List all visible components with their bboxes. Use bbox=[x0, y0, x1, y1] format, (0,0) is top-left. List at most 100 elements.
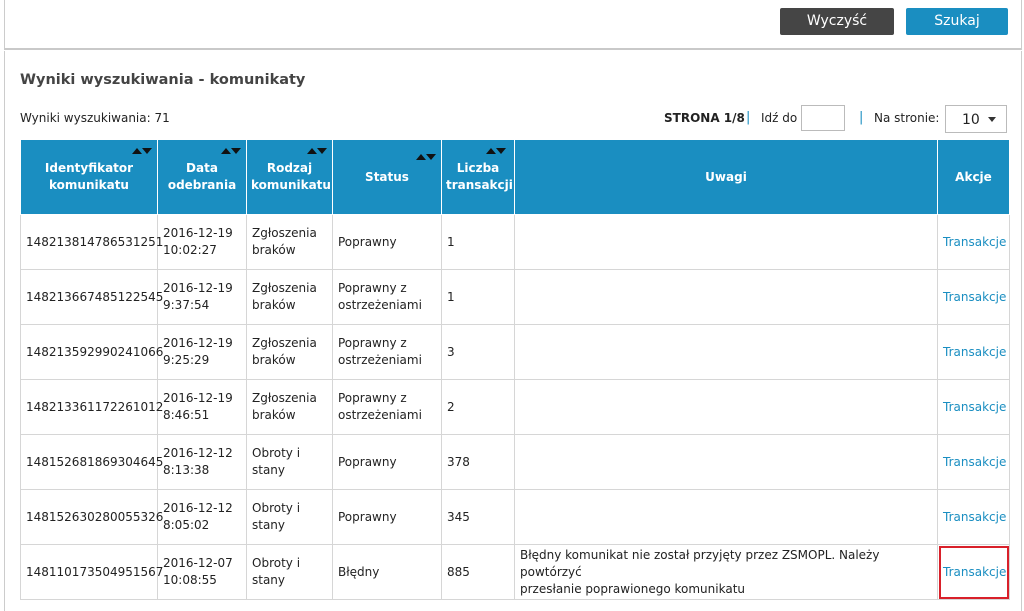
table-row: 148213361172261012 2016-12-19 8:46:51 Zgł… bbox=[20, 379, 1010, 435]
table-row: 148152681869304645 2016-12-12 8:13:38 Obr… bbox=[20, 434, 1010, 490]
type-text: Zgłoszenia bbox=[252, 281, 317, 295]
col-header-label: transakcji bbox=[446, 178, 513, 192]
cell-date: 2016-12-12 8:13:38 bbox=[157, 434, 247, 490]
col-header-label: Liczba bbox=[456, 161, 500, 175]
type-text: Zgłoszenia bbox=[252, 391, 317, 405]
cell-type: Obroty i stany bbox=[246, 434, 333, 490]
transactions-link[interactable]: Transakcje bbox=[943, 510, 1006, 524]
status-text: Poprawny z bbox=[338, 391, 407, 405]
cell-notes bbox=[514, 379, 938, 435]
sort-arrows-icon[interactable] bbox=[221, 148, 241, 154]
cell-action: Transakcje bbox=[937, 324, 1010, 380]
col-header-actions: Akcje bbox=[937, 139, 1010, 215]
transactions-link[interactable]: Transakcje bbox=[943, 290, 1006, 304]
chevron-down-icon bbox=[988, 117, 996, 122]
table-header-row: Identyfikator komunikatu Data odebrania … bbox=[20, 139, 1010, 215]
cell-notes: Błędny komunikat nie został przyjęty prz… bbox=[514, 544, 938, 600]
clear-button[interactable]: Wyczyść bbox=[780, 8, 894, 35]
type-text: Zgłoszenia bbox=[252, 336, 317, 350]
col-header-type[interactable]: Rodzaj komunikatu bbox=[246, 139, 333, 215]
cell-status: Poprawny z ostrzeżeniami bbox=[332, 379, 442, 435]
type-text: stany bbox=[252, 518, 286, 532]
cell-count: 2 bbox=[441, 379, 515, 435]
cell-count: 345 bbox=[441, 489, 515, 545]
transactions-link[interactable]: Transakcje bbox=[943, 400, 1006, 414]
transactions-link[interactable]: Transakcje bbox=[943, 345, 1006, 359]
status-text: ostrzeżeniami bbox=[338, 408, 422, 422]
status-text: Poprawny bbox=[338, 454, 397, 469]
type-text: braków bbox=[252, 408, 296, 422]
status-text: Poprawny z bbox=[338, 281, 407, 295]
cell-count: 1 bbox=[441, 214, 515, 270]
sort-arrows-icon[interactable] bbox=[132, 148, 152, 154]
cell-id: 148152681869304645 bbox=[20, 434, 163, 490]
col-header-label: Uwagi bbox=[705, 169, 747, 184]
cell-id: 148152630280055326 bbox=[20, 489, 163, 545]
cell-notes bbox=[514, 434, 938, 490]
goto-page-label: Idź do bbox=[761, 111, 798, 125]
time-text: 9:25:29 bbox=[163, 353, 210, 367]
cell-id: 148213592990241066 bbox=[20, 324, 163, 380]
cell-type: Obroty i stany bbox=[246, 544, 333, 600]
col-header-status[interactable]: Status bbox=[332, 139, 442, 215]
cell-action: Transakcje bbox=[937, 434, 1010, 490]
col-header-label: Identyfikator bbox=[44, 161, 134, 175]
pager-separator: | bbox=[746, 110, 751, 125]
col-header-label: odebrania bbox=[167, 178, 237, 192]
date-text: 2016-12-12 bbox=[163, 446, 233, 460]
type-text: braków bbox=[252, 353, 296, 367]
cell-type: Zgłoszenia braków bbox=[246, 269, 333, 325]
cell-status: Błędny bbox=[332, 544, 442, 600]
table-row: 148213814786531251 2016-12-19 10:02:27 Zg… bbox=[20, 214, 1010, 270]
cell-id: 148213667485122545 bbox=[20, 269, 163, 325]
time-text: 10:02:27 bbox=[163, 243, 217, 257]
cell-notes bbox=[514, 214, 938, 270]
sort-arrows-icon[interactable] bbox=[307, 148, 327, 154]
date-text: 2016-12-07 bbox=[163, 556, 233, 570]
cell-action: Transakcje bbox=[937, 214, 1010, 270]
goto-page-input[interactable] bbox=[801, 105, 845, 131]
date-text: 2016-12-19 bbox=[163, 336, 233, 350]
date-text: 2016-12-19 bbox=[163, 391, 233, 405]
col-header-date[interactable]: Data odebrania bbox=[157, 139, 247, 215]
cell-status: Poprawny z ostrzeżeniami bbox=[332, 324, 442, 380]
col-header-notes: Uwagi bbox=[514, 139, 938, 215]
per-page-select[interactable]: 10 bbox=[945, 105, 1007, 133]
time-text: 8:13:38 bbox=[163, 463, 210, 477]
sort-arrows-icon[interactable] bbox=[416, 154, 436, 160]
table-row: 148213667485122545 2016-12-19 9:37:54 Zgł… bbox=[20, 269, 1010, 325]
results-table: Identyfikator komunikatu Data odebrania … bbox=[20, 139, 1010, 600]
cell-count: 885 bbox=[441, 544, 515, 600]
time-text: 8:46:51 bbox=[163, 408, 210, 422]
col-header-label: Akcje bbox=[955, 169, 992, 184]
col-header-count[interactable]: Liczba transakcji bbox=[441, 139, 515, 215]
cell-count: 1 bbox=[441, 269, 515, 325]
table-row: 148213592990241066 2016-12-19 9:25:29 Zgł… bbox=[20, 324, 1010, 380]
cell-status: Poprawny bbox=[332, 214, 442, 270]
transactions-link[interactable]: Transakcje bbox=[943, 235, 1006, 249]
cell-status: Poprawny bbox=[332, 434, 442, 490]
pager-separator: | bbox=[859, 110, 864, 125]
cell-count: 3 bbox=[441, 324, 515, 380]
type-text: Zgłoszenia bbox=[252, 226, 317, 240]
search-button[interactable]: Szukaj bbox=[906, 8, 1008, 35]
cell-date: 2016-12-12 8:05:02 bbox=[157, 489, 247, 545]
date-text: 2016-12-12 bbox=[163, 501, 233, 515]
cell-type: Obroty i stany bbox=[246, 489, 333, 545]
per-page-label: Na stronie: bbox=[874, 111, 940, 125]
col-header-id[interactable]: Identyfikator komunikatu bbox=[20, 139, 158, 215]
cell-action: Transakcje bbox=[937, 269, 1010, 325]
col-header-label: Status bbox=[365, 169, 409, 184]
col-header-label: Rodzaj bbox=[266, 161, 313, 175]
type-text: Obroty i bbox=[252, 501, 301, 515]
cell-date: 2016-12-07 10:08:55 bbox=[157, 544, 247, 600]
sort-arrows-icon[interactable] bbox=[486, 148, 506, 154]
type-text: stany bbox=[252, 463, 286, 477]
cell-id: 148110173504951567 bbox=[20, 544, 163, 600]
status-text: ostrzeżeniami bbox=[338, 353, 422, 367]
transactions-link[interactable]: Transakcje bbox=[943, 565, 1006, 579]
time-text: 8:05:02 bbox=[163, 518, 210, 532]
status-text: Poprawny bbox=[338, 509, 397, 524]
transactions-link[interactable]: Transakcje bbox=[943, 455, 1006, 469]
section-title: Wyniki wyszukiwania - komunikaty bbox=[20, 72, 306, 88]
